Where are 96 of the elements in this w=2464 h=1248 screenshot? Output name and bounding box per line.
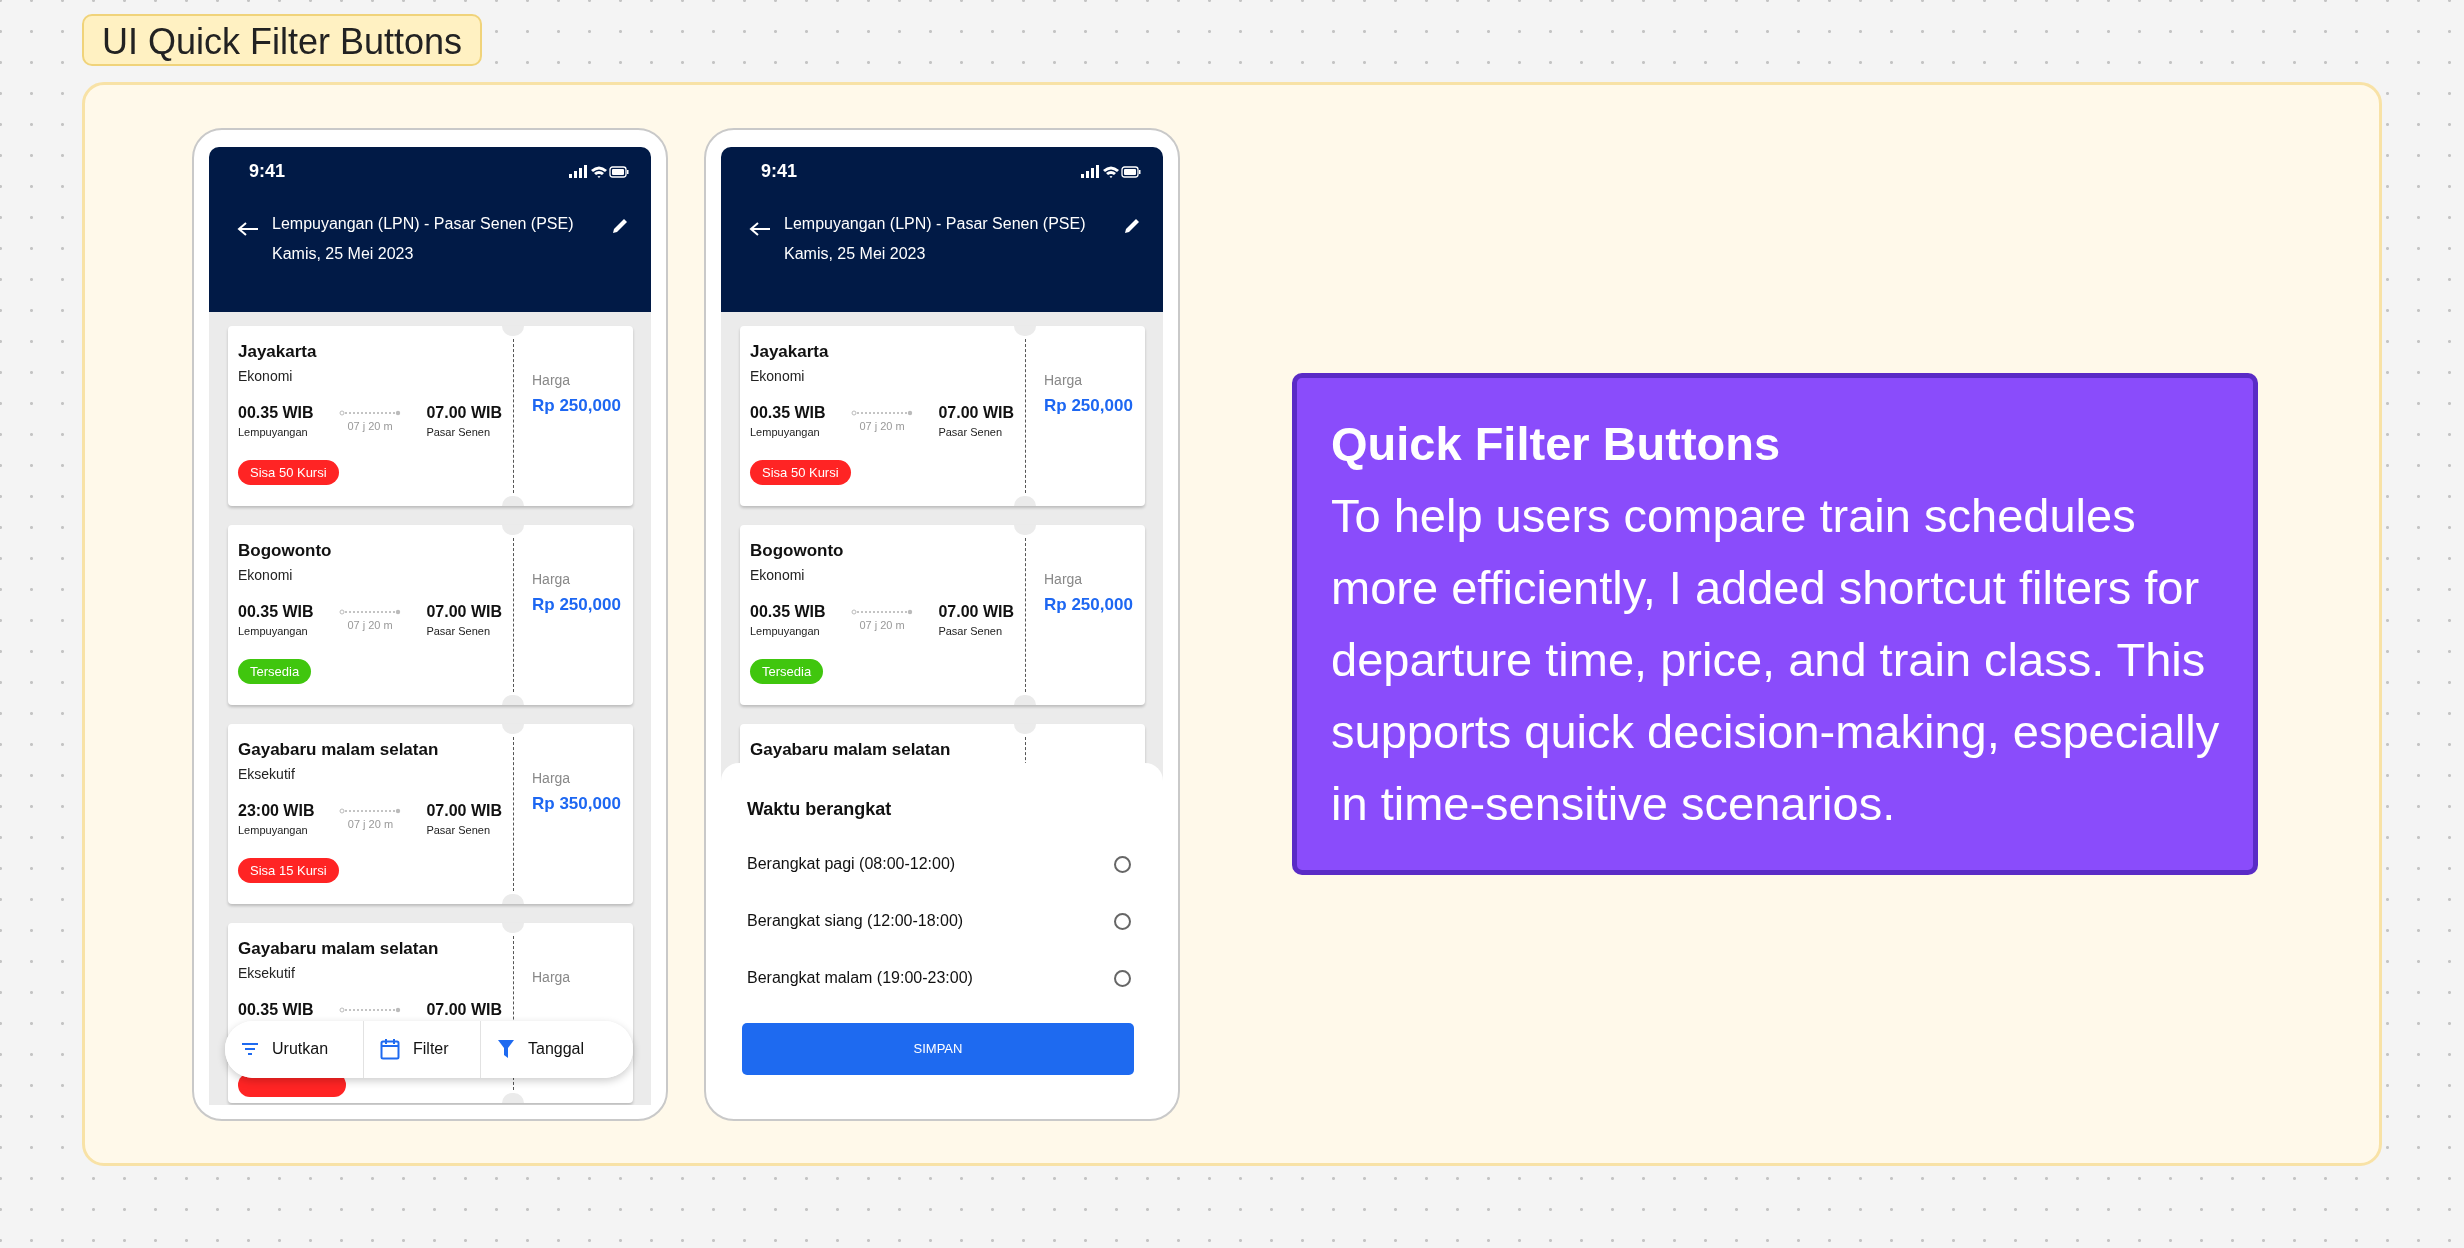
time-option[interactable]: Berangkat malam (19:00-23:00) [747,949,1139,1007]
arrival-time: 07.00 WIB [426,403,502,422]
train-class: Ekonomi [238,367,294,384]
status-icons [569,164,629,179]
filter-button[interactable]: Filter [363,1020,481,1078]
seat-badge: Tersedia [750,658,824,684]
trip-duration: 07 j 20 m [347,618,393,631]
arrival-station: Pasar Senen [938,425,1003,438]
route-line [851,409,913,416]
back-arrow-icon[interactable] [749,220,771,237]
price-value: Rp 250,000 [1044,395,1134,416]
route-line [339,409,401,416]
frame-label: UI Quick Filter Buttons [82,14,483,66]
departure-time: 00.35 WIB [238,403,314,422]
departure-time: 00.35 WIB [750,602,826,621]
route-line [339,807,402,814]
arrival-time: 07.00 WIB [938,602,1014,621]
departure-time: 00.35 WIB [238,602,314,621]
train-name: Gayabaru malam selatan [238,938,440,959]
route-title: Lempuyangan (LPN) - Pasar Senen (PSE) [272,213,575,234]
seat-badge: Tersedia [238,658,312,684]
arrival-station: Pasar Senen [938,624,1003,637]
filter-button[interactable]: Tanggal [481,1020,633,1078]
train-name: Bogowonto [750,540,845,561]
train-class: Ekonomi [750,566,806,583]
radio-button[interactable] [1114,969,1131,987]
trip-duration: 07 j 20 m [347,419,393,432]
sheet-title: Waktu berangkat [747,798,893,820]
arrival-station: Pasar Senen [426,425,491,438]
route-title: Lempuyangan (LPN) - Pasar Senen (PSE) [784,213,1087,234]
status-time: 9:41 [249,161,286,182]
price-value: Rp 250,000 [1044,594,1134,615]
price-label: Harga [532,769,572,786]
train-card[interactable]: Jayakarta Ekonomi 00.35 WIB Lempuyangan 07 j 20 m 07.00 WIB Pasar Senen Sisa 50 Kursi Harga Rp 250,000 [228,325,633,506]
time-option[interactable]: Berangkat pagi (08:00-12:00) [747,835,1139,893]
status-time: 9:41 [761,161,798,182]
departure-time: 00.35 WIB [750,403,826,422]
price-label: Harga [532,570,572,587]
arrival-time: 07.00 WIB [426,1000,502,1019]
sort-icon [241,1042,259,1056]
train-card[interactable]: Gayabaru malam selatan Eksekutif 23:00 WIB Lempuyangan 07 j 20 m 07.00 WIB Pasar Senen Sisa 15 Kursi Harga Rp 350,000 [228,723,633,904]
edit-icon[interactable] [1123,216,1141,235]
trip-duration: 07 j 20 m [859,419,905,432]
price-value: Rp 350,000 [532,793,622,814]
price-label: Harga [532,371,572,388]
train-class: Eksekutif [238,765,296,782]
departure-station: Lempuyangan [238,624,309,637]
arrival-time: 07.00 WIB [938,403,1014,422]
departure-station: Lempuyangan [750,425,821,438]
train-name: Jayakarta [238,341,318,362]
seat-badge: Sisa 15 Kursi [238,857,339,883]
calendar-icon [380,1038,400,1060]
train-card[interactable]: Bogowonto Ekonomi 00.35 WIB Lempuyangan 07 j 20 m 07.00 WIB Pasar Senen Tersedia Harga Rp 250,000 [740,524,1145,705]
price-label: Harga [1044,371,1084,388]
route-line [851,608,913,615]
seat-badge: Sisa 50 Kursi [750,459,851,485]
arrival-time: 07.00 WIB [426,602,502,621]
save-button[interactable]: SIMPAN [742,1022,1134,1075]
radio-button[interactable] [1114,912,1131,930]
train-card[interactable]: Bogowonto Ekonomi 00.35 WIB Lempuyangan 07 j 20 m 07.00 WIB Pasar Senen Tersedia Harga Rp 250,000 [228,524,633,705]
route-line [339,608,401,615]
arrival-station: Pasar Senen [426,823,491,836]
price-label: Harga [532,968,572,985]
price-value: Rp 250,000 [532,594,622,615]
note-title: Quick Filter Buttons [1331,416,1782,472]
departure-station: Lempuyangan [238,823,309,836]
train-name: Gayabaru malam selatan [238,739,440,760]
time-option[interactable]: Berangkat siang (12:00-18:00) [747,892,1139,950]
arrival-station: Pasar Senen [426,624,491,637]
arrival-time: 07.00 WIB [426,801,502,820]
status-icons [1081,164,1141,179]
train-name: Gayabaru malam selatan [750,739,952,760]
funnel-icon [497,1039,515,1059]
filter-button[interactable]: Urutkan [225,1020,363,1078]
departure-station: Lempuyangan [238,425,309,438]
departure-station: Lempuyangan [750,624,821,637]
train-card[interactable]: Jayakarta Ekonomi 00.35 WIB Lempuyangan 07 j 20 m 07.00 WIB Pasar Senen Sisa 50 Kursi Harga Rp 250,000 [740,325,1145,506]
departure-time: 00.35 WIB [238,1000,314,1019]
train-class: Ekonomi [238,566,294,583]
trip-duration: 07 j 20 m [347,817,394,830]
edit-icon[interactable] [611,216,629,235]
travel-date: Kamis, 25 Mei 2023 [784,243,927,264]
train-class: Ekonomi [750,367,806,384]
radio-button[interactable] [1114,855,1131,873]
trip-duration: 07 j 20 m [859,618,905,631]
note-text: To help users compare train schedules more efficiently, I added shortcut filters for departure time, price, and train class. This supports quick decision-making, especially in time-sensitive scenarios. [1331,488,2221,832]
back-arrow-icon[interactable] [237,220,259,237]
price-label: Harga [1044,570,1084,587]
route-line [339,1006,401,1013]
price-value: Rp 250,000 [532,395,622,416]
departure-time: 23:00 WIB [238,801,315,820]
travel-date: Kamis, 25 Mei 2023 [272,243,415,264]
seat-badge: Sisa 50 Kursi [238,459,339,485]
train-name: Jayakarta [750,341,830,362]
train-name: Bogowonto [238,540,333,561]
train-class: Eksekutif [238,964,296,981]
